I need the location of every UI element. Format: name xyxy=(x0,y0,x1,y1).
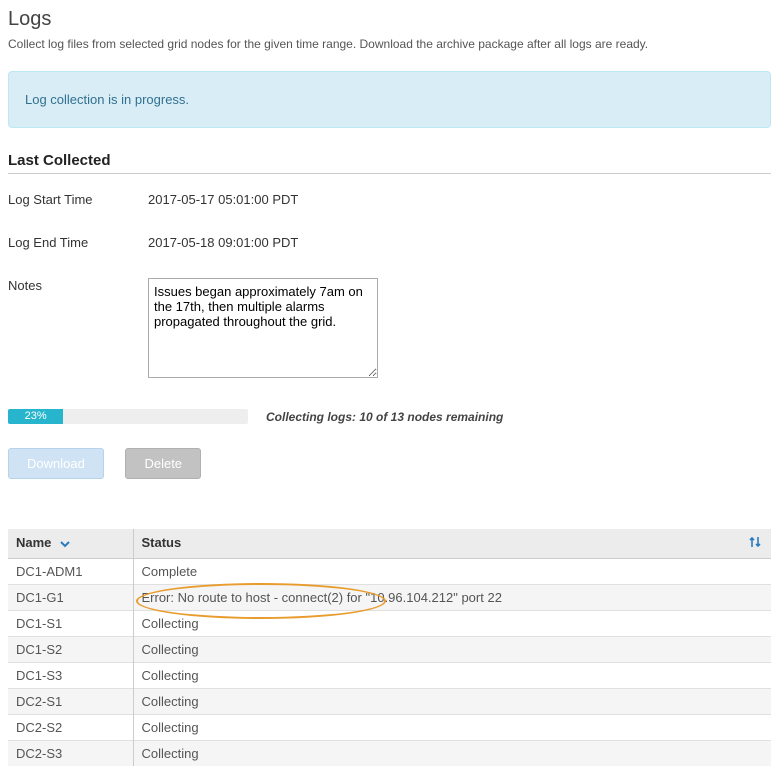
node-name-cell: DC1-G1 xyxy=(8,585,133,611)
table-row: DC1-G1Error: No route to host - connect(… xyxy=(8,585,771,611)
table-row: DC1-S1Collecting xyxy=(8,611,771,637)
node-name-cell: DC1-S3 xyxy=(8,663,133,689)
info-banner: Log collection is in progress. xyxy=(8,71,771,128)
notes-label: Notes xyxy=(8,278,148,381)
chevron-down-icon xyxy=(59,537,71,552)
delete-button[interactable]: Delete xyxy=(125,448,201,479)
notes-textarea[interactable] xyxy=(148,278,378,378)
node-status-cell: Collecting xyxy=(133,715,771,741)
node-name-cell: DC2-S3 xyxy=(8,741,133,767)
node-name-cell: DC2-S1 xyxy=(8,689,133,715)
column-header-status[interactable]: Status xyxy=(133,529,771,559)
log-start-row: Log Start Time 2017-05-17 05:01:00 PDT xyxy=(8,192,771,207)
node-name-cell: DC1-S2 xyxy=(8,637,133,663)
node-status-cell: Collecting xyxy=(133,741,771,767)
column-header-name[interactable]: Name xyxy=(8,529,133,559)
node-status-cell: Collecting xyxy=(133,689,771,715)
node-name-cell: DC1-S1 xyxy=(8,611,133,637)
download-button[interactable]: Download xyxy=(8,448,104,479)
node-status-cell: Collecting xyxy=(133,637,771,663)
node-status-cell: Collecting xyxy=(133,611,771,637)
node-status-cell: Collecting xyxy=(133,663,771,689)
banner-message: Log collection is in progress. xyxy=(25,92,189,107)
nodes-table: Name Status DC1-ADM1CompleteDC1-G1Error:… xyxy=(8,529,771,766)
progress-status-text: Collecting logs: 10 of 13 nodes remainin… xyxy=(266,410,503,424)
node-status-cell: Complete xyxy=(133,559,771,585)
log-start-label: Log Start Time xyxy=(8,192,148,207)
node-name-cell: DC2-S2 xyxy=(8,715,133,741)
table-row: DC2-S1Collecting xyxy=(8,689,771,715)
sort-icon xyxy=(749,535,761,552)
nodes-table-body: DC1-ADM1CompleteDC1-G1Error: No route to… xyxy=(8,559,771,767)
node-name-cell: DC1-ADM1 xyxy=(8,559,133,585)
table-row: DC1-S2Collecting xyxy=(8,637,771,663)
button-row: Download Delete xyxy=(8,448,771,479)
progress-row: 23% Collecting logs: 10 of 13 nodes rema… xyxy=(8,409,771,424)
progress-fill: 23% xyxy=(8,409,63,424)
table-row: DC2-S3Collecting xyxy=(8,741,771,767)
table-row: DC1-ADM1Complete xyxy=(8,559,771,585)
log-end-label: Log End Time xyxy=(8,235,148,250)
column-header-status-label: Status xyxy=(142,535,182,550)
log-end-row: Log End Time 2017-05-18 09:01:00 PDT xyxy=(8,235,771,250)
progress-bar: 23% xyxy=(8,409,248,424)
column-header-name-label: Name xyxy=(16,535,51,550)
table-row: DC2-S2Collecting xyxy=(8,715,771,741)
page-title: Logs xyxy=(8,8,771,31)
last-collected-heading: Last Collected xyxy=(8,152,771,174)
table-row: DC1-S3Collecting xyxy=(8,663,771,689)
log-start-value: 2017-05-17 05:01:00 PDT xyxy=(148,192,298,207)
page-subtitle: Collect log files from selected grid nod… xyxy=(8,37,771,51)
node-status-cell: Error: No route to host - connect(2) for… xyxy=(133,585,771,611)
log-end-value: 2017-05-18 09:01:00 PDT xyxy=(148,235,298,250)
notes-row: Notes xyxy=(8,278,771,381)
